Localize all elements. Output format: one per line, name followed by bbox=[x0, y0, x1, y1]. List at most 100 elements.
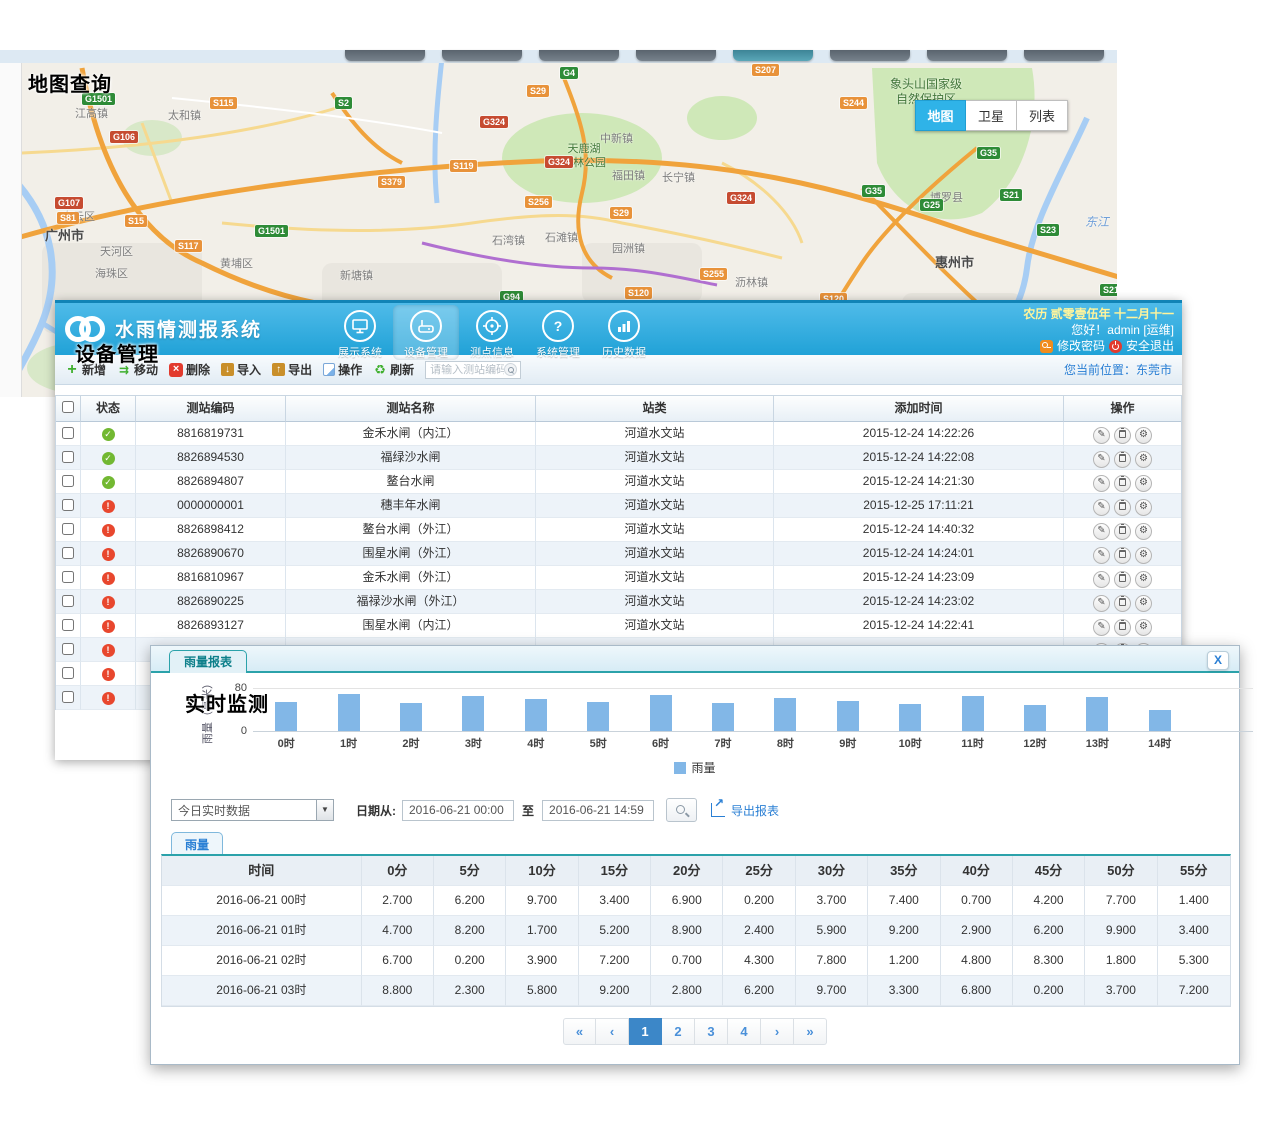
map-view-map-button[interactable]: 地图 bbox=[915, 100, 966, 131]
row-checkbox[interactable] bbox=[62, 691, 74, 703]
row-checkbox[interactable] bbox=[62, 499, 74, 511]
status-cell: ✓ bbox=[81, 446, 136, 470]
edit-button[interactable]: ✎ bbox=[1093, 499, 1110, 516]
page-button-‹[interactable]: ‹ bbox=[596, 1018, 629, 1045]
page-button-2[interactable]: 2 bbox=[662, 1018, 695, 1045]
legend-label: 雨量 bbox=[691, 759, 715, 776]
delete-button[interactable] bbox=[1114, 475, 1131, 492]
toolbar-operate-button[interactable]: 操作 bbox=[323, 361, 362, 378]
value-cell: 8.900 bbox=[651, 916, 723, 946]
cropped-nav-button[interactable] bbox=[636, 50, 716, 61]
status-cell: ! bbox=[81, 614, 136, 638]
chevron-down-icon[interactable]: ▼ bbox=[316, 800, 333, 820]
settings-button[interactable]: ⚙ bbox=[1135, 427, 1152, 444]
station-code-cell: 8826893127 bbox=[136, 614, 286, 638]
settings-button[interactable]: ⚙ bbox=[1135, 451, 1152, 468]
row-checkbox[interactable] bbox=[62, 619, 74, 631]
select-all-checkbox[interactable] bbox=[62, 401, 74, 413]
edit-button[interactable]: ✎ bbox=[1093, 427, 1110, 444]
cropped-nav-button[interactable] bbox=[830, 50, 910, 61]
nav-item-display[interactable]: 展示系统 bbox=[327, 305, 393, 360]
edit-button[interactable]: ✎ bbox=[1093, 619, 1110, 636]
delete-button[interactable] bbox=[1114, 523, 1131, 540]
tab-rain-report[interactable]: 雨量报表 bbox=[169, 650, 247, 673]
edit-button[interactable]: ✎ bbox=[1093, 547, 1110, 564]
cropped-nav-button[interactable] bbox=[733, 50, 813, 61]
page-button-«[interactable]: « bbox=[563, 1018, 596, 1045]
cropped-nav-button[interactable] bbox=[539, 50, 619, 61]
delete-button[interactable] bbox=[1114, 547, 1131, 564]
close-icon[interactable]: X bbox=[1207, 651, 1229, 670]
row-checkbox[interactable] bbox=[62, 451, 74, 463]
row-select-cell bbox=[56, 470, 81, 494]
station-type-cell: 河道水文站 bbox=[536, 470, 774, 494]
x-tick-label: 8时 bbox=[754, 735, 816, 751]
edit-button[interactable]: ✎ bbox=[1093, 523, 1110, 540]
export-report-link[interactable]: 导出报表 bbox=[731, 802, 779, 819]
tab-rain[interactable]: 雨量 bbox=[171, 832, 223, 856]
page-button-3[interactable]: 3 bbox=[695, 1018, 728, 1045]
value-cell: 6.900 bbox=[651, 886, 723, 916]
delete-button[interactable] bbox=[1114, 427, 1131, 444]
row-checkbox[interactable] bbox=[62, 643, 74, 655]
nav-item-device[interactable]: 设备管理 bbox=[393, 305, 459, 360]
edit-button[interactable]: ✎ bbox=[1093, 595, 1110, 612]
change-password-link[interactable]: 修改密码 bbox=[1057, 338, 1105, 354]
map-label: 江高镇 bbox=[75, 108, 108, 122]
data-mode-select[interactable]: 今日实时数据 ▼ bbox=[171, 799, 334, 821]
date-from-input[interactable] bbox=[402, 800, 514, 821]
date-to-input[interactable] bbox=[542, 800, 654, 821]
settings-button[interactable]: ⚙ bbox=[1135, 571, 1152, 588]
settings-button[interactable]: ⚙ bbox=[1135, 499, 1152, 516]
page-button-»[interactable]: » bbox=[794, 1018, 827, 1045]
road-badge: G324 bbox=[727, 192, 755, 204]
added-time-cell: 2015-12-24 14:40:32 bbox=[774, 518, 1064, 542]
page-button-›[interactable]: › bbox=[761, 1018, 794, 1045]
row-checkbox[interactable] bbox=[62, 595, 74, 607]
map-view-list-button[interactable]: 列表 bbox=[1017, 100, 1068, 131]
search-input[interactable] bbox=[430, 364, 504, 376]
settings-button[interactable]: ⚙ bbox=[1135, 595, 1152, 612]
settings-button[interactable]: ⚙ bbox=[1135, 475, 1152, 492]
cropped-nav-button[interactable] bbox=[442, 50, 522, 61]
row-checkbox[interactable] bbox=[62, 547, 74, 559]
page-button-1[interactable]: 1 bbox=[629, 1018, 662, 1045]
map-label: 天河区 bbox=[100, 246, 133, 260]
row-checkbox[interactable] bbox=[62, 667, 74, 679]
edit-button[interactable]: ✎ bbox=[1093, 451, 1110, 468]
search-button[interactable] bbox=[666, 798, 697, 822]
map-label: 海珠区 bbox=[95, 268, 128, 282]
toolbar-delete-button[interactable]: ×删除 bbox=[169, 361, 210, 378]
edit-button[interactable]: ✎ bbox=[1093, 571, 1110, 588]
settings-button[interactable]: ⚙ bbox=[1135, 547, 1152, 564]
toolbar-import-button[interactable]: ↓导入 bbox=[221, 361, 261, 378]
logout-link[interactable]: 安全退出 bbox=[1126, 338, 1174, 354]
toolbar-export-button[interactable]: ↑导出 bbox=[272, 361, 312, 378]
delete-button[interactable] bbox=[1114, 571, 1131, 588]
row-checkbox[interactable] bbox=[62, 523, 74, 535]
delete-button[interactable] bbox=[1114, 595, 1131, 612]
edit-button[interactable]: ✎ bbox=[1093, 475, 1110, 492]
row-checkbox[interactable] bbox=[62, 427, 74, 439]
cropped-nav-button[interactable] bbox=[345, 50, 425, 61]
toolbar-refresh-button[interactable]: ♻刷新 bbox=[373, 361, 414, 378]
nav-item-system[interactable]: ?系统管理 bbox=[525, 305, 591, 360]
nav-item-station[interactable]: 测点信息 bbox=[459, 305, 525, 360]
cropped-nav-button[interactable] bbox=[1024, 50, 1104, 61]
search-icon[interactable] bbox=[504, 363, 517, 376]
legend-swatch bbox=[674, 762, 686, 774]
value-cell: 0.200 bbox=[723, 886, 795, 916]
settings-button[interactable]: ⚙ bbox=[1135, 619, 1152, 636]
x-tick-label: 11时 bbox=[941, 735, 1003, 751]
row-checkbox[interactable] bbox=[62, 475, 74, 487]
delete-button[interactable] bbox=[1114, 499, 1131, 516]
page-button-4[interactable]: 4 bbox=[728, 1018, 761, 1045]
nav-item-history[interactable]: 历史数据 bbox=[591, 305, 657, 360]
row-checkbox[interactable] bbox=[62, 571, 74, 583]
map-view-satellite-button[interactable]: 卫星 bbox=[966, 100, 1017, 131]
delete-button[interactable] bbox=[1114, 619, 1131, 636]
cropped-nav-button[interactable] bbox=[927, 50, 1007, 61]
chart-bar bbox=[400, 703, 422, 731]
delete-button[interactable] bbox=[1114, 451, 1131, 468]
settings-button[interactable]: ⚙ bbox=[1135, 523, 1152, 540]
